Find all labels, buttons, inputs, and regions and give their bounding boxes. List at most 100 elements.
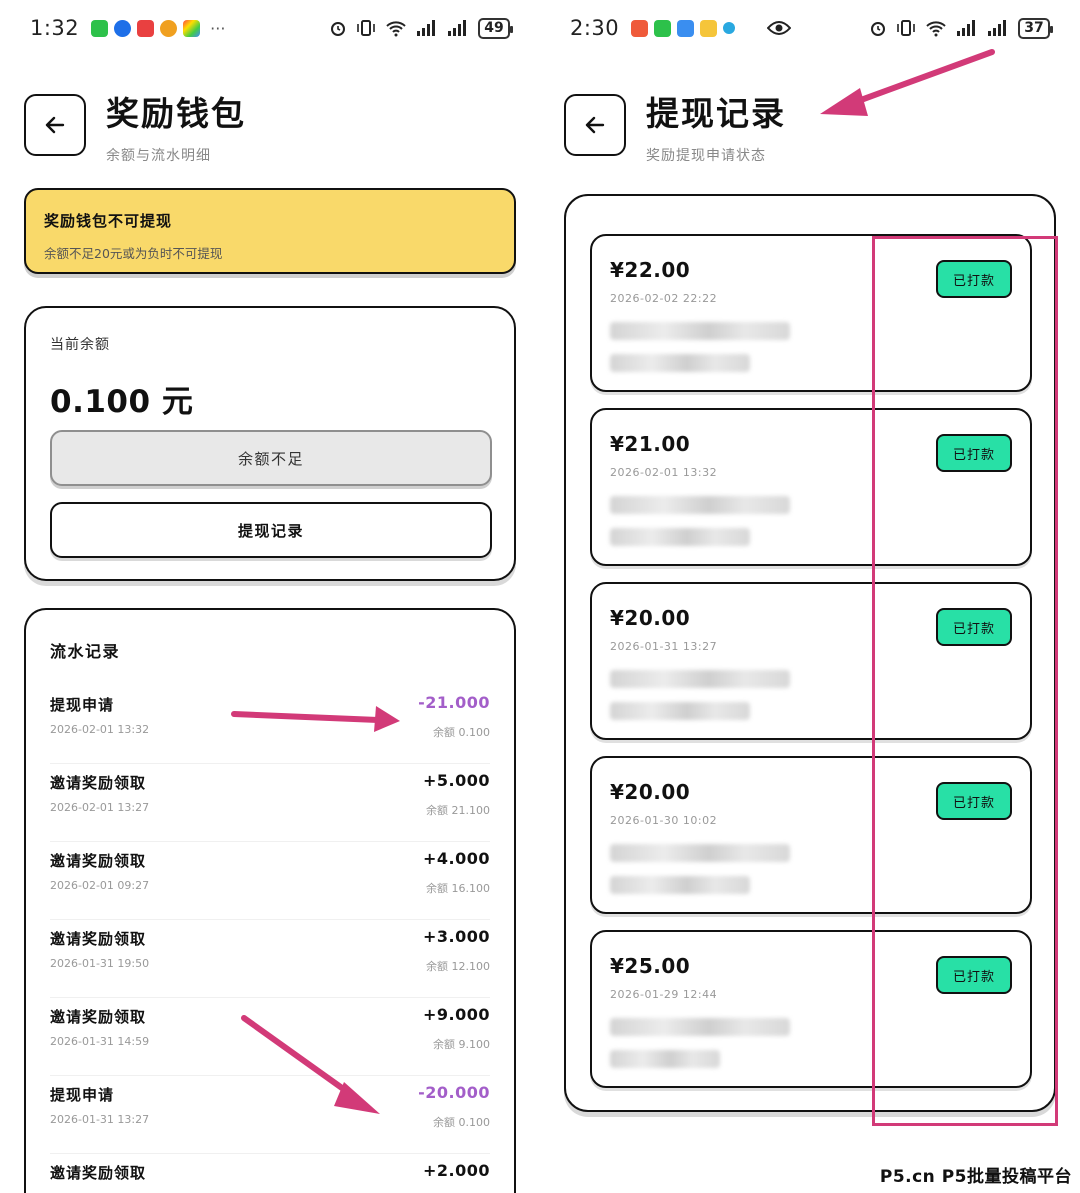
page-subtitle: 余额与流水明细 bbox=[106, 148, 211, 164]
arrow-left-icon bbox=[45, 116, 65, 134]
redacted-text bbox=[610, 496, 790, 514]
battery-icon: 37 bbox=[1018, 17, 1053, 39]
transaction-row: 邀请奖励领取 2026-02-01 13:27 +5.000 余额 21.100 bbox=[50, 764, 490, 842]
withdraw-records-screen: 2:30 37 提现记录 奖励提现申请状态 ¥22.00 2026-02-02 … bbox=[540, 0, 1080, 1193]
transaction-time: 2026-02-01 13:32 bbox=[50, 723, 150, 736]
transaction-row: 邀请奖励领取 2026-02-01 09:27 +4.000 余额 16.100 bbox=[50, 842, 490, 920]
redacted-text bbox=[610, 1018, 790, 1036]
transaction-name: 邀请奖励领取 bbox=[50, 930, 147, 948]
transaction-time: 2026-01-31 19:50 bbox=[50, 957, 150, 970]
banner-title: 奖励钱包不可提现 bbox=[44, 212, 173, 230]
redacted-text bbox=[610, 1050, 720, 1068]
vibrate-icon bbox=[896, 19, 916, 37]
page-title: 奖励钱包 bbox=[106, 94, 246, 133]
app-icon bbox=[137, 19, 155, 37]
signal-icon bbox=[987, 20, 1009, 36]
transaction-amount: +2.000 bbox=[422, 1161, 490, 1180]
annotation-arrow bbox=[820, 49, 995, 116]
transaction-balance: 余额 12.100 bbox=[426, 960, 490, 973]
app-icon bbox=[677, 19, 695, 37]
banner-description: 余额不足20元或为负时不可提现 bbox=[44, 246, 223, 261]
app-icon bbox=[114, 19, 132, 37]
redacted-text bbox=[610, 528, 750, 546]
transaction-name: 邀请奖励领取 bbox=[50, 1164, 147, 1182]
transaction-name: 邀请奖励领取 bbox=[50, 852, 147, 870]
record-time: 2026-01-31 13:27 bbox=[610, 640, 718, 653]
balance-label: 当前余额 bbox=[50, 337, 110, 353]
transaction-amount: -20.000 bbox=[418, 1083, 490, 1102]
record-time: 2026-02-01 13:32 bbox=[610, 466, 718, 479]
annotation-highlight-box bbox=[872, 236, 1058, 1126]
mail-icon bbox=[700, 19, 718, 37]
transaction-time: 2026-02-01 13:27 bbox=[50, 801, 150, 814]
withdraw-notice-banner: 奖励钱包不可提现 余额不足20元或为负时不可提现 bbox=[24, 188, 516, 274]
wechat-icon bbox=[654, 19, 672, 37]
status-time: 1:32 bbox=[30, 16, 80, 40]
withdraw-records-button[interactable]: 提现记录 bbox=[50, 502, 492, 558]
record-time: 2026-01-29 12:44 bbox=[610, 988, 718, 1001]
alarm-icon bbox=[329, 19, 347, 37]
signal-icon bbox=[416, 20, 438, 36]
redacted-text bbox=[610, 322, 790, 340]
system-icons: 49 bbox=[329, 17, 513, 39]
weibo-icon bbox=[160, 19, 178, 37]
wifi-icon bbox=[925, 19, 947, 37]
transaction-amount: +9.000 bbox=[422, 1005, 490, 1024]
record-amount: ¥20.00 bbox=[610, 606, 691, 630]
arrow-left-icon bbox=[585, 116, 605, 134]
transaction-amount: +5.000 bbox=[422, 771, 490, 790]
signal-icon bbox=[956, 20, 978, 36]
back-button[interactable] bbox=[564, 94, 626, 156]
app-icon bbox=[631, 19, 649, 37]
insufficient-balance-button[interactable]: 余额不足 bbox=[50, 430, 492, 486]
status-bar: 1:32 ··· 49 bbox=[0, 0, 540, 56]
transaction-balance: 余额 21.100 bbox=[426, 804, 490, 817]
page-subtitle: 奖励提现申请状态 bbox=[646, 148, 766, 164]
status-time: 2:30 bbox=[570, 16, 620, 40]
system-icons: 37 bbox=[869, 17, 1053, 39]
transaction-title: 流水记录 bbox=[50, 642, 121, 661]
more-icon: ··· bbox=[210, 18, 226, 38]
record-amount: ¥21.00 bbox=[610, 432, 691, 456]
transaction-name: 邀请奖励领取 bbox=[50, 774, 147, 792]
watermark: P5.cn P5批量投稿平台 bbox=[879, 1167, 1072, 1187]
wallet-screen: 1:32 ··· 49 奖励钱包 余额与流水明细 奖励钱包不可提现 余额不足20… bbox=[0, 0, 540, 1193]
transaction-amount: +4.000 bbox=[422, 849, 490, 868]
wifi-icon bbox=[385, 19, 407, 37]
balance-amount: 0.100 元 bbox=[50, 384, 194, 420]
record-time: 2026-01-30 10:02 bbox=[610, 814, 718, 827]
transaction-name: 提现申请 bbox=[50, 696, 115, 714]
notification-icons: ··· bbox=[91, 19, 225, 38]
page-header: 奖励钱包 余额与流水明细 bbox=[24, 94, 516, 164]
notification-icons bbox=[631, 19, 792, 37]
page-title: 提现记录 bbox=[646, 94, 786, 133]
annotation-arrow bbox=[241, 1015, 380, 1114]
redacted-text bbox=[610, 670, 790, 688]
transaction-name: 邀请奖励领取 bbox=[50, 1008, 147, 1026]
redacted-text bbox=[610, 876, 750, 894]
app-icon bbox=[723, 22, 736, 34]
redacted-text bbox=[610, 702, 750, 720]
vibrate-icon bbox=[356, 19, 376, 37]
transaction-balance: 余额 0.100 bbox=[433, 726, 490, 739]
record-time: 2026-02-02 22:22 bbox=[610, 292, 718, 305]
transaction-amount: +3.000 bbox=[422, 927, 490, 946]
redacted-text bbox=[610, 844, 790, 862]
record-amount: ¥25.00 bbox=[610, 954, 691, 978]
transaction-balance: 余额 0.100 bbox=[433, 1116, 490, 1129]
transaction-time: 2026-01-31 13:27 bbox=[50, 1113, 150, 1126]
transaction-row: 邀请奖励领取 2026-01-31 19:50 +3.000 余额 12.100 bbox=[50, 920, 490, 998]
transaction-row: 邀请奖励领取 +2.000 bbox=[50, 1154, 490, 1193]
record-amount: ¥22.00 bbox=[610, 258, 691, 282]
transaction-time: 2026-01-31 14:59 bbox=[50, 1035, 150, 1048]
annotation-arrow bbox=[231, 706, 400, 732]
wechat-icon bbox=[91, 19, 109, 37]
transaction-time: 2026-02-01 09:27 bbox=[50, 879, 150, 892]
balance-card: 当前余额 0.100 元 余额不足 提现记录 bbox=[24, 306, 516, 581]
transaction-name: 提现申请 bbox=[50, 1086, 115, 1104]
back-button[interactable] bbox=[24, 94, 86, 156]
record-amount: ¥20.00 bbox=[610, 780, 691, 804]
app-icon bbox=[183, 19, 201, 37]
battery-icon: 49 bbox=[478, 17, 513, 39]
redacted-text bbox=[610, 354, 750, 372]
